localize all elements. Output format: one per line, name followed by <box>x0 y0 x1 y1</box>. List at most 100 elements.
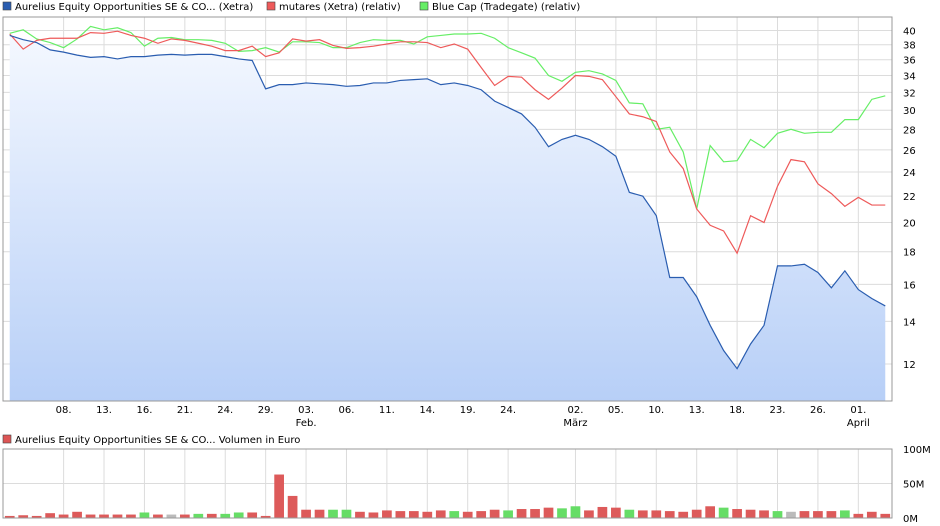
volume-bar <box>786 511 796 518</box>
month-label: April <box>847 418 870 429</box>
volume-bar <box>220 513 231 518</box>
volume-bar <box>705 506 716 518</box>
volume-bars <box>4 474 891 518</box>
volume-bar <box>153 514 163 518</box>
x-tick-label: 14. <box>419 405 435 416</box>
volume-bar <box>287 495 298 518</box>
volume-bar <box>233 512 244 518</box>
volume-bar <box>503 510 513 518</box>
y-tick-label: 18 <box>903 248 916 259</box>
x-tick-label: 16. <box>136 405 152 416</box>
volume-bar <box>206 513 217 518</box>
volume-y-tick-label: 0M <box>903 514 918 525</box>
x-tick-label: 24. <box>500 405 516 416</box>
volume-bar <box>557 508 567 518</box>
legend-swatch-mutares <box>266 1 276 11</box>
volume-bar <box>476 511 487 518</box>
stock-chart: Aurelius Equity Opportunities SE & CO...… <box>2 1 931 525</box>
volume-bar <box>664 511 675 518</box>
x-tick-label: 03. <box>298 405 314 416</box>
volume-bar <box>382 510 392 518</box>
x-tick-label: 11. <box>379 405 395 416</box>
volume-bar <box>72 511 82 518</box>
volume-legend: Aurelius Equity Opportunities SE & CO...… <box>2 434 300 446</box>
volume-bar <box>341 509 352 518</box>
volume-bar <box>274 474 284 518</box>
x-tick-label: 13. <box>96 405 112 416</box>
y-tick-label: 20 <box>903 219 916 230</box>
y-tick-label: 34 <box>903 72 916 83</box>
y-tick-label: 30 <box>903 106 916 117</box>
x-tick-label: 13. <box>689 405 705 416</box>
price-y-axis: 12 14 16 18 20 22 24 26 28 30 32 34 36 38 40 <box>903 27 916 371</box>
legend-label-mutares: mutares (Xetra) (relativ) <box>279 2 401 13</box>
y-tick-label: 24 <box>903 168 916 179</box>
y-tick-label: 22 <box>903 192 916 203</box>
volume-bar <box>880 513 891 518</box>
aurelius-area-fill <box>9 35 886 401</box>
x-tick-label: 02. <box>568 405 584 416</box>
volume-bar <box>840 510 850 518</box>
volume-y-tick-label: 50M <box>903 480 924 491</box>
volume-bar <box>853 513 864 518</box>
volume-bar <box>193 513 204 518</box>
legend-label-bluecap: Blue Cap (Tradegate) (relativ) <box>432 2 580 13</box>
volume-bar <box>435 510 446 518</box>
y-tick-label: 12 <box>903 360 916 371</box>
legend-swatch-aurelius <box>2 1 12 11</box>
y-tick-label: 28 <box>903 125 916 136</box>
volume-bar <box>745 509 756 518</box>
volume-bar <box>112 514 123 518</box>
month-label: März <box>563 418 587 429</box>
volume-bar <box>543 507 554 518</box>
volume-bar <box>530 509 540 518</box>
x-tick-label: 23. <box>770 405 786 416</box>
volume-bar <box>449 511 460 518</box>
volume-bar <box>408 511 419 518</box>
volume-bar <box>866 511 877 518</box>
x-tick-label: 21. <box>177 405 193 416</box>
x-tick-label: 10. <box>648 405 664 416</box>
volume-bar <box>624 509 635 518</box>
volume-bar <box>611 507 621 518</box>
volume-bar <box>570 506 581 518</box>
y-tick-label: 32 <box>903 88 916 99</box>
volume-bar <box>718 507 729 518</box>
x-tick-label: 05. <box>608 405 624 416</box>
y-tick-label: 26 <box>903 146 916 157</box>
volume-bar <box>139 512 150 518</box>
price-plot: 12 14 16 18 20 22 24 26 28 30 32 34 36 38 40 08. 13. 16.… <box>2 16 916 429</box>
x-tick-label: 19. <box>460 405 476 416</box>
legend-swatch-volume <box>2 434 12 444</box>
volume-bar <box>247 512 258 518</box>
volume-bar <box>772 511 783 518</box>
volume-bar <box>678 511 689 518</box>
y-tick-label: 40 <box>903 27 916 38</box>
volume-bar <box>691 509 702 518</box>
x-tick-label: 06. <box>339 405 355 416</box>
volume-bar <box>301 509 311 518</box>
volume-bar <box>368 512 379 518</box>
volume-bar <box>651 510 662 518</box>
price-legend: Aurelius Equity Opportunities SE & CO...… <box>2 1 580 13</box>
volume-bar <box>58 514 69 518</box>
volume-bar <box>799 511 810 518</box>
legend-label-aurelius: Aurelius Equity Opportunities SE & CO...… <box>15 2 253 13</box>
y-tick-label: 38 <box>903 41 916 52</box>
volume-bar <box>395 511 406 518</box>
y-tick-label: 14 <box>903 317 916 328</box>
price-x-axis: 08. 13. 16. 21. 24. 29. 03. 06. 11. 14. 19. 24. 02. 0… <box>56 405 870 429</box>
volume-bar <box>179 514 190 518</box>
volume-bar <box>355 511 365 518</box>
x-tick-label: 29. <box>258 405 274 416</box>
volume-y-tick-label: 100M <box>903 445 931 456</box>
y-tick-label: 16 <box>903 280 916 291</box>
volume-bar <box>584 510 594 518</box>
x-tick-label: 18. <box>729 405 745 416</box>
volume-bar <box>732 509 742 518</box>
volume-bar <box>85 514 96 518</box>
volume-y-axis: 0M 50M 100M <box>903 445 931 525</box>
volume-bar <box>422 511 433 518</box>
volume-plot: 0M 50M 100M <box>2 445 931 525</box>
volume-bar <box>126 514 136 518</box>
